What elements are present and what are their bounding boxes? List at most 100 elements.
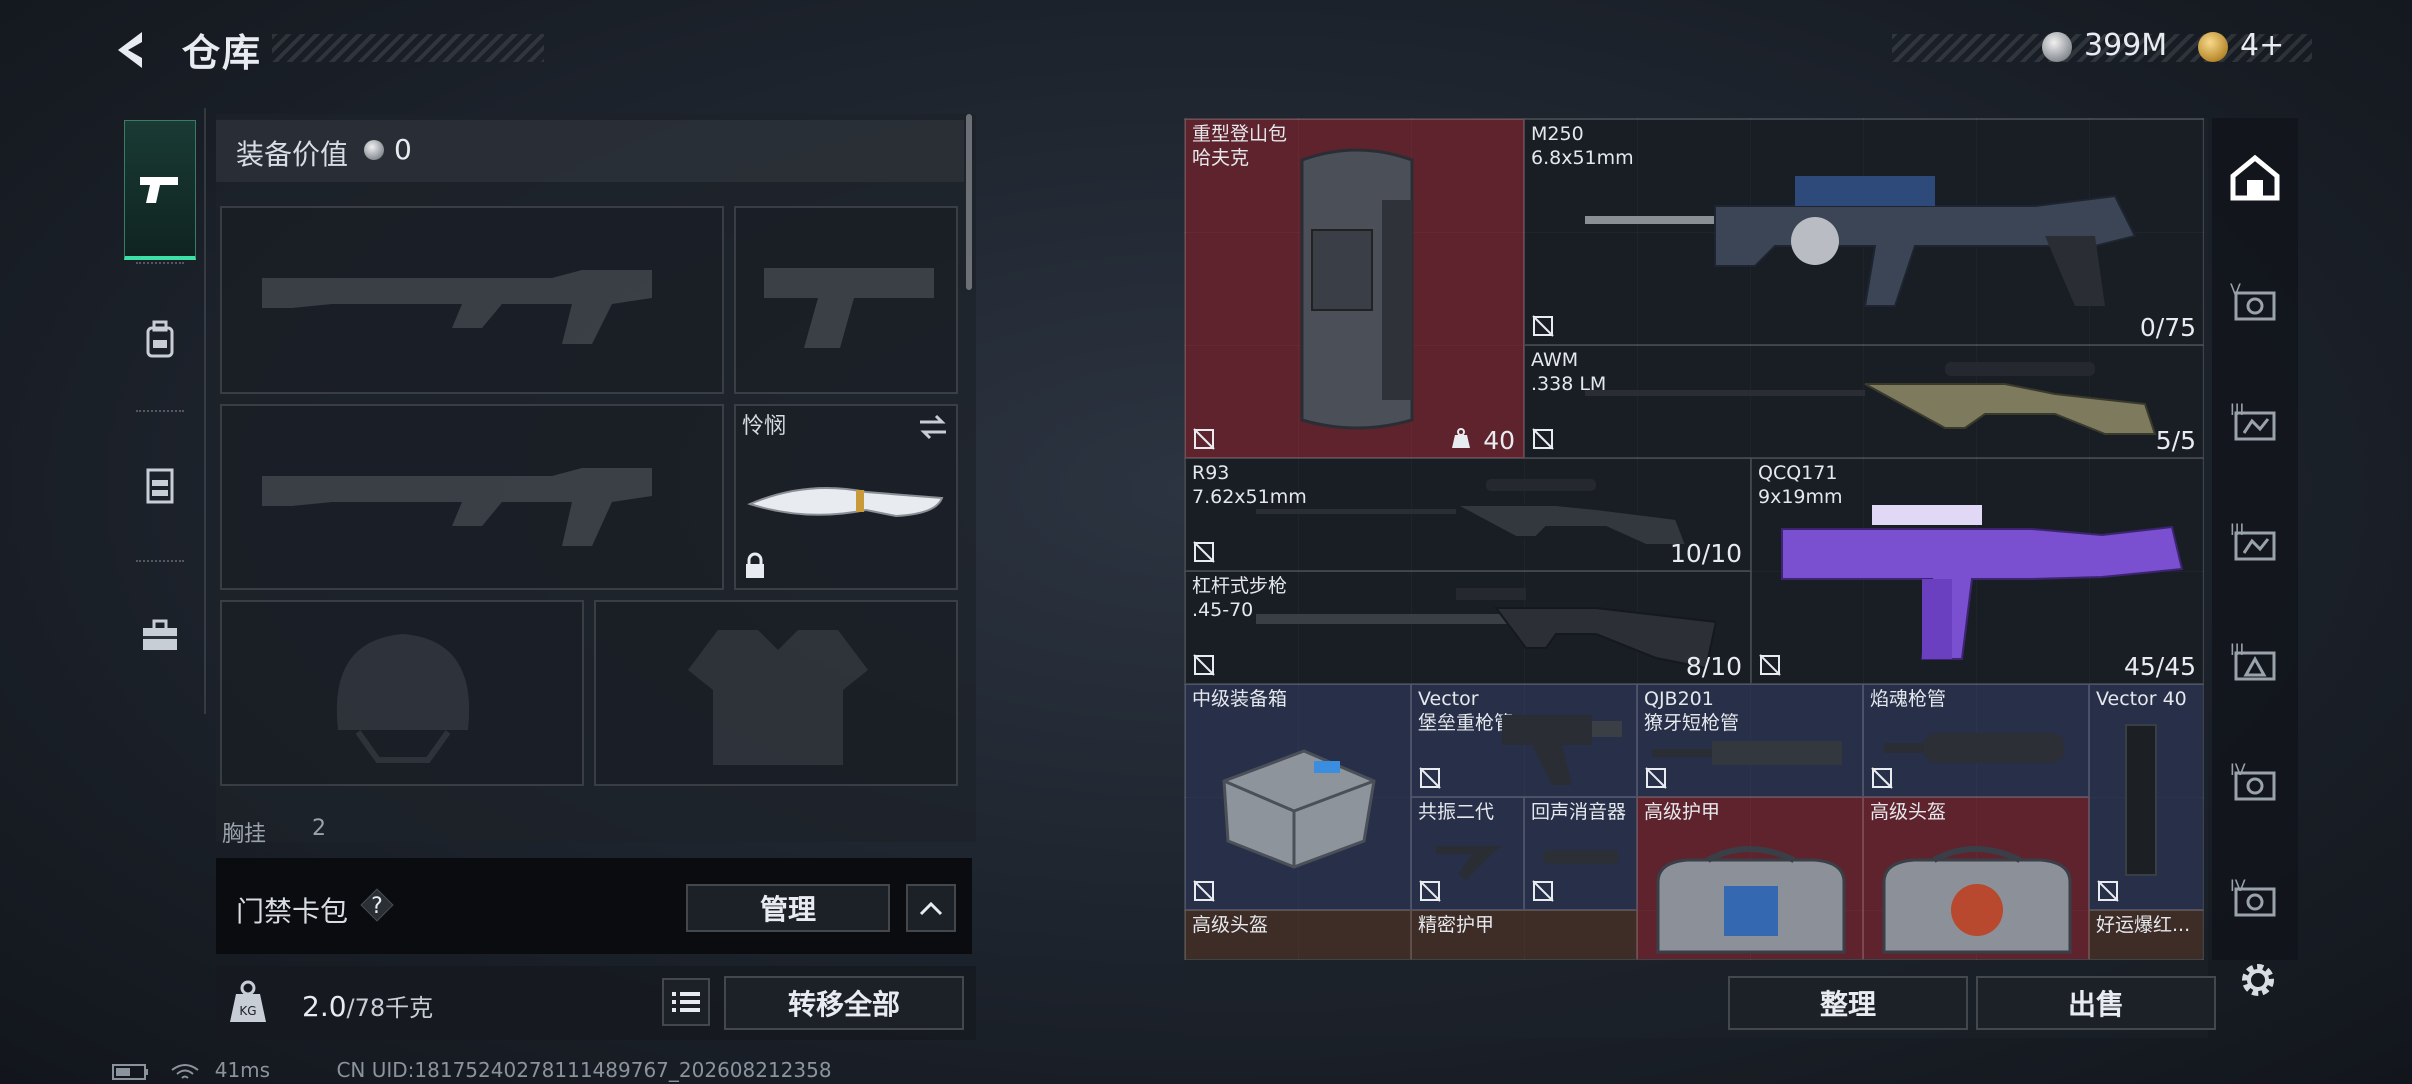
stash-tab-iii-a[interactable]: III xyxy=(2218,370,2292,470)
vest-icon xyxy=(146,468,174,504)
list-icon xyxy=(672,992,700,1012)
pistol-silhouette-icon xyxy=(764,268,934,348)
backpack-icon xyxy=(146,320,174,358)
currency-gold[interactable]: 4+ xyxy=(2240,28,2284,63)
manage-button[interactable]: 管理 xyxy=(686,884,890,932)
item-name: 重型登山包 哈夫克 xyxy=(1192,123,1288,169)
item-count: 10/10 xyxy=(1669,539,1742,568)
rifle-silhouette-icon xyxy=(262,270,652,344)
pistol-slot[interactable] xyxy=(734,206,958,394)
item-echo-suppressor[interactable]: 回声消音器 xyxy=(1524,797,1637,910)
item-advanced-helmet-2[interactable]: 高级头盔 xyxy=(1185,910,1411,959)
home-icon xyxy=(2230,154,2280,201)
keycard-label: 门禁卡包 xyxy=(236,895,349,928)
sort-button[interactable]: 整理 xyxy=(1728,976,1968,1030)
currency-silver: 399M xyxy=(2084,28,2168,63)
vest-iv-icon: IV xyxy=(2230,876,2276,917)
sniper-rifle-icon xyxy=(1256,479,1688,546)
stash-tab-iv-a[interactable]: IV xyxy=(2218,730,2292,830)
item-lever-rifle[interactable]: 杠杆式步枪 .45-70 8/10 xyxy=(1185,571,1751,684)
transfer-all-button[interactable]: 转移全部 xyxy=(724,976,964,1030)
primary-weapon-slot-1[interactable] xyxy=(220,206,724,394)
silver-coin-icon xyxy=(2042,32,2072,62)
back-arrow-icon[interactable] xyxy=(112,28,160,72)
item-name: 高级头盔 xyxy=(1192,914,1269,936)
item-backpack[interactable]: 重型登山包 哈夫克 40 xyxy=(1185,119,1524,458)
stash-tab-iii-c[interactable]: III xyxy=(2218,610,2292,710)
tab-case[interactable] xyxy=(124,566,196,706)
item-equipment-box[interactable]: 中级装备箱 xyxy=(1185,684,1411,910)
swap-icon[interactable] xyxy=(918,414,948,440)
item-resonance-grip[interactable]: 共振二代 xyxy=(1411,797,1524,910)
item-awm[interactable]: AWM .338 LM 5/5 xyxy=(1524,345,2203,458)
battery-icon xyxy=(112,1063,148,1080)
armor-silhouette-icon xyxy=(688,630,868,765)
item-lucky-red[interactable]: 好运爆红... xyxy=(2089,910,2203,959)
box-iii-icon: III xyxy=(2230,640,2276,681)
barrel-icon xyxy=(1502,715,1622,785)
tab-backpack[interactable] xyxy=(124,270,196,410)
equipment-value: 0 xyxy=(394,133,412,166)
ping-value: 41ms xyxy=(214,1058,271,1082)
smg-icon xyxy=(1781,505,2184,660)
armor-slot[interactable] xyxy=(594,600,958,786)
gold-coin-icon xyxy=(2198,32,2228,62)
tab-vest[interactable] xyxy=(124,416,196,556)
helmet-slot[interactable] xyxy=(220,600,584,786)
list-view-button[interactable] xyxy=(662,978,710,1026)
briefcase-icon xyxy=(143,619,177,650)
barrel-icon xyxy=(1884,733,2064,763)
sell-button[interactable]: 出售 xyxy=(1976,976,2216,1030)
lever-rifle-icon xyxy=(1256,588,1716,670)
primary-weapon-slot-2[interactable] xyxy=(220,404,724,590)
machine-gun-icon xyxy=(1585,176,2137,307)
weight-small-icon xyxy=(1452,428,1470,448)
item-qcq171[interactable]: QCQ171 9x19mm 45/45 xyxy=(1751,458,2203,684)
stash-tab-home[interactable] xyxy=(2218,128,2292,228)
item-count: 0/75 xyxy=(2139,313,2196,342)
rifle-silhouette-icon xyxy=(262,468,652,546)
item-count: 45/45 xyxy=(2123,652,2196,681)
helmet-bag-icon xyxy=(1882,846,2072,954)
item-m250[interactable]: M250 6.8x51mm 0/75 xyxy=(1524,119,2203,345)
stash-tab-iv-b[interactable]: IV xyxy=(2218,846,2292,946)
equipment-scrollbar[interactable] xyxy=(966,114,972,290)
knife-icon xyxy=(747,487,944,518)
no-insurance-icon xyxy=(2097,880,2119,902)
svg-text:IV: IV xyxy=(2230,760,2246,779)
item-qjb201-barrel[interactable]: QJB201 獠牙短枪管 xyxy=(1637,684,1863,797)
collapse-button[interactable] xyxy=(906,884,956,932)
item-precision-armor[interactable]: 精密护甲 xyxy=(1411,910,1637,959)
chest-rig-label: 胸挂 xyxy=(222,822,267,847)
svg-text:KG: KG xyxy=(239,1004,256,1018)
vest-v-icon: V xyxy=(2230,280,2276,321)
item-r93[interactable]: R93 7.62x51mm 10/10 xyxy=(1185,458,1751,571)
item-name: 中级装备箱 xyxy=(1192,688,1288,710)
help-glyph: ? xyxy=(371,894,383,919)
grip-icon xyxy=(1436,846,1502,880)
item-name: 回声消音器 xyxy=(1531,801,1627,823)
short-barrel-icon xyxy=(1652,741,1842,765)
no-insurance-icon xyxy=(1419,767,1441,789)
help-icon[interactable]: ? xyxy=(360,888,394,922)
gear-icon[interactable] xyxy=(2236,958,2280,1002)
item-vector-barrel[interactable]: Vector 堡垒重枪管 xyxy=(1411,684,1637,797)
item-count: 8/10 xyxy=(1685,652,1742,681)
no-insurance-icon xyxy=(1193,541,1215,563)
item-advanced-armor[interactable]: 高级护甲 xyxy=(1637,797,1863,959)
tab-divider xyxy=(136,410,184,412)
item-advanced-helmet[interactable]: 高级头盔 xyxy=(1863,797,2089,959)
stash-tab-v[interactable]: V xyxy=(2218,250,2292,350)
tab-divider xyxy=(136,262,184,264)
wifi-icon xyxy=(171,1063,199,1079)
tab-weapons[interactable] xyxy=(124,120,196,260)
melee-slot[interactable]: 怜悯 xyxy=(734,404,958,590)
item-flame-barrel[interactable]: 焰魂枪管 xyxy=(1863,684,2089,797)
stash-tab-iii-b[interactable]: III xyxy=(2218,490,2292,590)
lock-icon xyxy=(746,552,764,578)
item-name: 高级头盔 xyxy=(1870,801,1947,823)
item-vector-40-mag[interactable]: Vector 40 xyxy=(2089,684,2203,910)
item-name: 精密护甲 xyxy=(1418,914,1495,936)
tab-divider xyxy=(136,560,184,562)
item-count: 40 xyxy=(1483,426,1515,455)
